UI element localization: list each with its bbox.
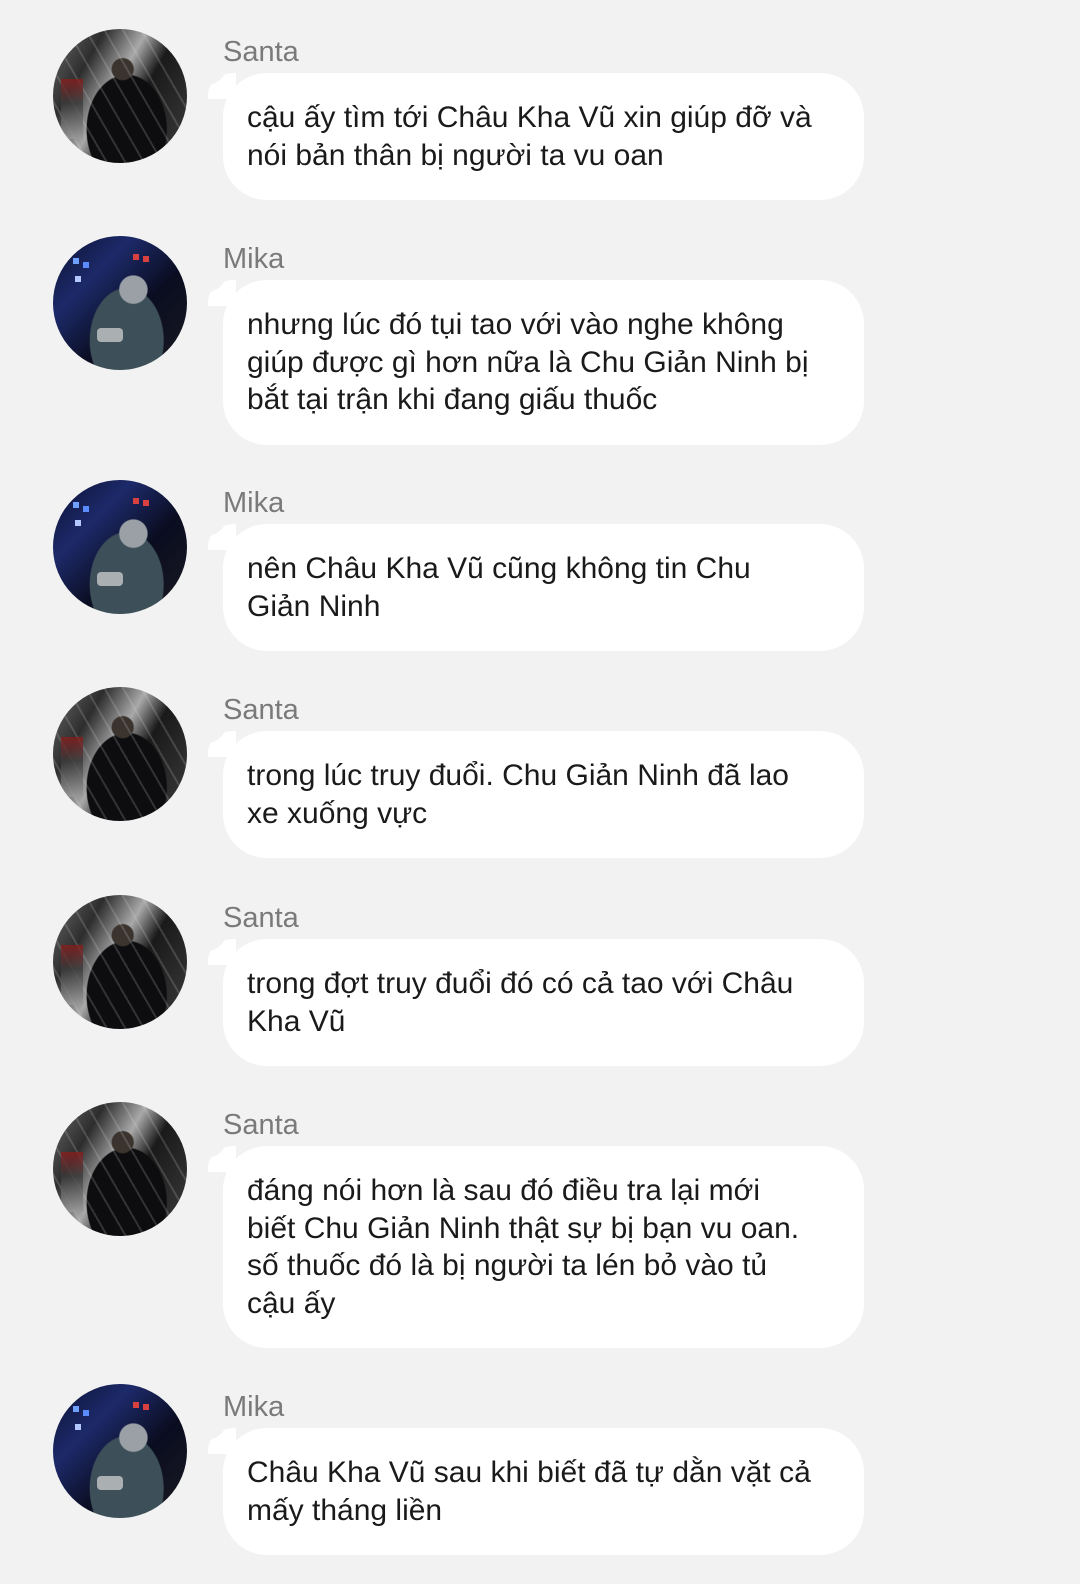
message-bubble[interactable]: Châu Kha Vũ sau khi biết đã tự dằn vặt c… xyxy=(223,1428,864,1555)
sender-name: Santa xyxy=(223,36,299,68)
message-bubble[interactable]: cậu ấy tìm tới Châu Kha Vũ xin giúp đỡ v… xyxy=(223,73,864,200)
message-bubble[interactable]: trong lúc truy đuổi. Chu Giản Ninh đã la… xyxy=(223,731,864,858)
sender-name: Santa xyxy=(223,902,299,934)
santa-avatar[interactable] xyxy=(53,1102,187,1236)
message-bubble[interactable]: đáng nói hơn là sau đó điều tra lại mới … xyxy=(223,1146,864,1348)
santa-avatar[interactable] xyxy=(53,687,187,821)
mika-avatar[interactable] xyxy=(53,1384,187,1518)
mika-avatar[interactable] xyxy=(53,480,187,614)
santa-avatar[interactable] xyxy=(53,29,187,163)
message-bubble[interactable]: nhưng lúc đó tụi tao với vào nghe không … xyxy=(223,280,864,445)
chat-thread: Santa cậu ấy tìm tới Châu Kha Vũ xin giú… xyxy=(0,0,1080,1584)
sender-name: Mika xyxy=(223,243,285,275)
sender-name: Santa xyxy=(223,1109,299,1141)
mika-avatar[interactable] xyxy=(53,236,187,370)
sender-name: Mika xyxy=(223,1391,285,1423)
sender-name: Santa xyxy=(223,694,299,726)
sender-name: Mika xyxy=(223,487,285,519)
santa-avatar[interactable] xyxy=(53,895,187,1029)
message-bubble[interactable]: nên Châu Kha Vũ cũng không tin Chu Giản … xyxy=(223,524,864,651)
message-bubble[interactable]: trong đợt truy đuổi đó có cả tao với Châ… xyxy=(223,939,864,1066)
